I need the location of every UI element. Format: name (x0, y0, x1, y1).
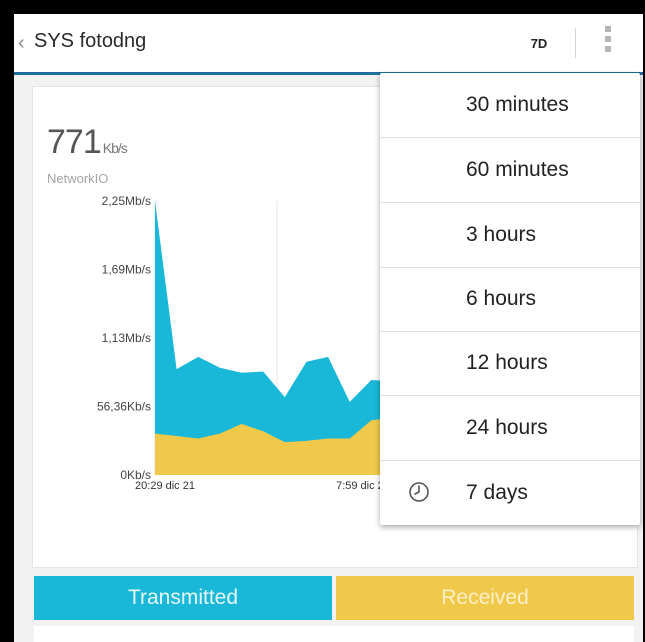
menu-item-60-minutes[interactable]: 60 minutes (380, 138, 640, 203)
menu-item-7-days[interactable]: 7 days (380, 461, 640, 525)
next-card-edge (34, 626, 634, 642)
y-tick-label: 2,25Mb/s (102, 194, 151, 208)
menu-item-label: 24 hours (466, 416, 548, 439)
y-axis-ticks: 2,25Mb/s1,69Mb/s1,13Mb/s56,36Kb/s0Kb/s (97, 194, 151, 482)
y-tick-label: 56,36Kb/s (97, 400, 151, 414)
y-tick-label: 1,69Mb/s (102, 263, 151, 277)
app-bar: ‹ SYS fotodng 7D (14, 14, 643, 75)
menu-item-3-hours[interactable]: 3 hours (380, 203, 640, 268)
menu-item-label: 3 hours (466, 223, 537, 246)
app-screen: ‹ SYS fotodng 7D 771 Kb/s NetworkIO 2,25M… (14, 14, 643, 642)
menu-item-label: 30 minutes (466, 93, 569, 116)
menu-item-label: 12 hours (466, 351, 548, 374)
time-range-menu: 30 minutes 60 minutes 3 hours 6 hours 12… (380, 73, 640, 525)
transmitted-button[interactable]: Transmitted (34, 576, 332, 620)
x-tick-label: 20:29 dic 21 (135, 480, 195, 492)
menu-item-12-hours[interactable]: 12 hours (380, 331, 640, 396)
menu-item-label: 7 days (466, 481, 528, 504)
page-title[interactable]: SYS fotodng (34, 30, 146, 53)
clock-icon (409, 482, 429, 502)
received-button[interactable]: Received (336, 576, 634, 620)
menu-item-label: 6 hours (466, 287, 537, 310)
chart-series (155, 201, 393, 475)
menu-item-6-hours[interactable]: 6 hours (380, 267, 640, 332)
chevron-left-icon[interactable]: ‹ (18, 31, 32, 55)
y-tick-label: 1,13Mb/s (102, 331, 151, 345)
menu-item-30-minutes[interactable]: 30 minutes (380, 73, 640, 138)
appbar-divider (575, 28, 576, 58)
x-axis-ticks: 20:29 dic 21 7:59 dic 22 (135, 480, 390, 492)
overflow-menu-icon[interactable] (601, 26, 615, 60)
menu-item-24-hours[interactable]: 24 hours (380, 396, 640, 461)
time-range-button[interactable]: 7D (521, 32, 557, 56)
menu-item-label: 60 minutes (466, 158, 569, 181)
